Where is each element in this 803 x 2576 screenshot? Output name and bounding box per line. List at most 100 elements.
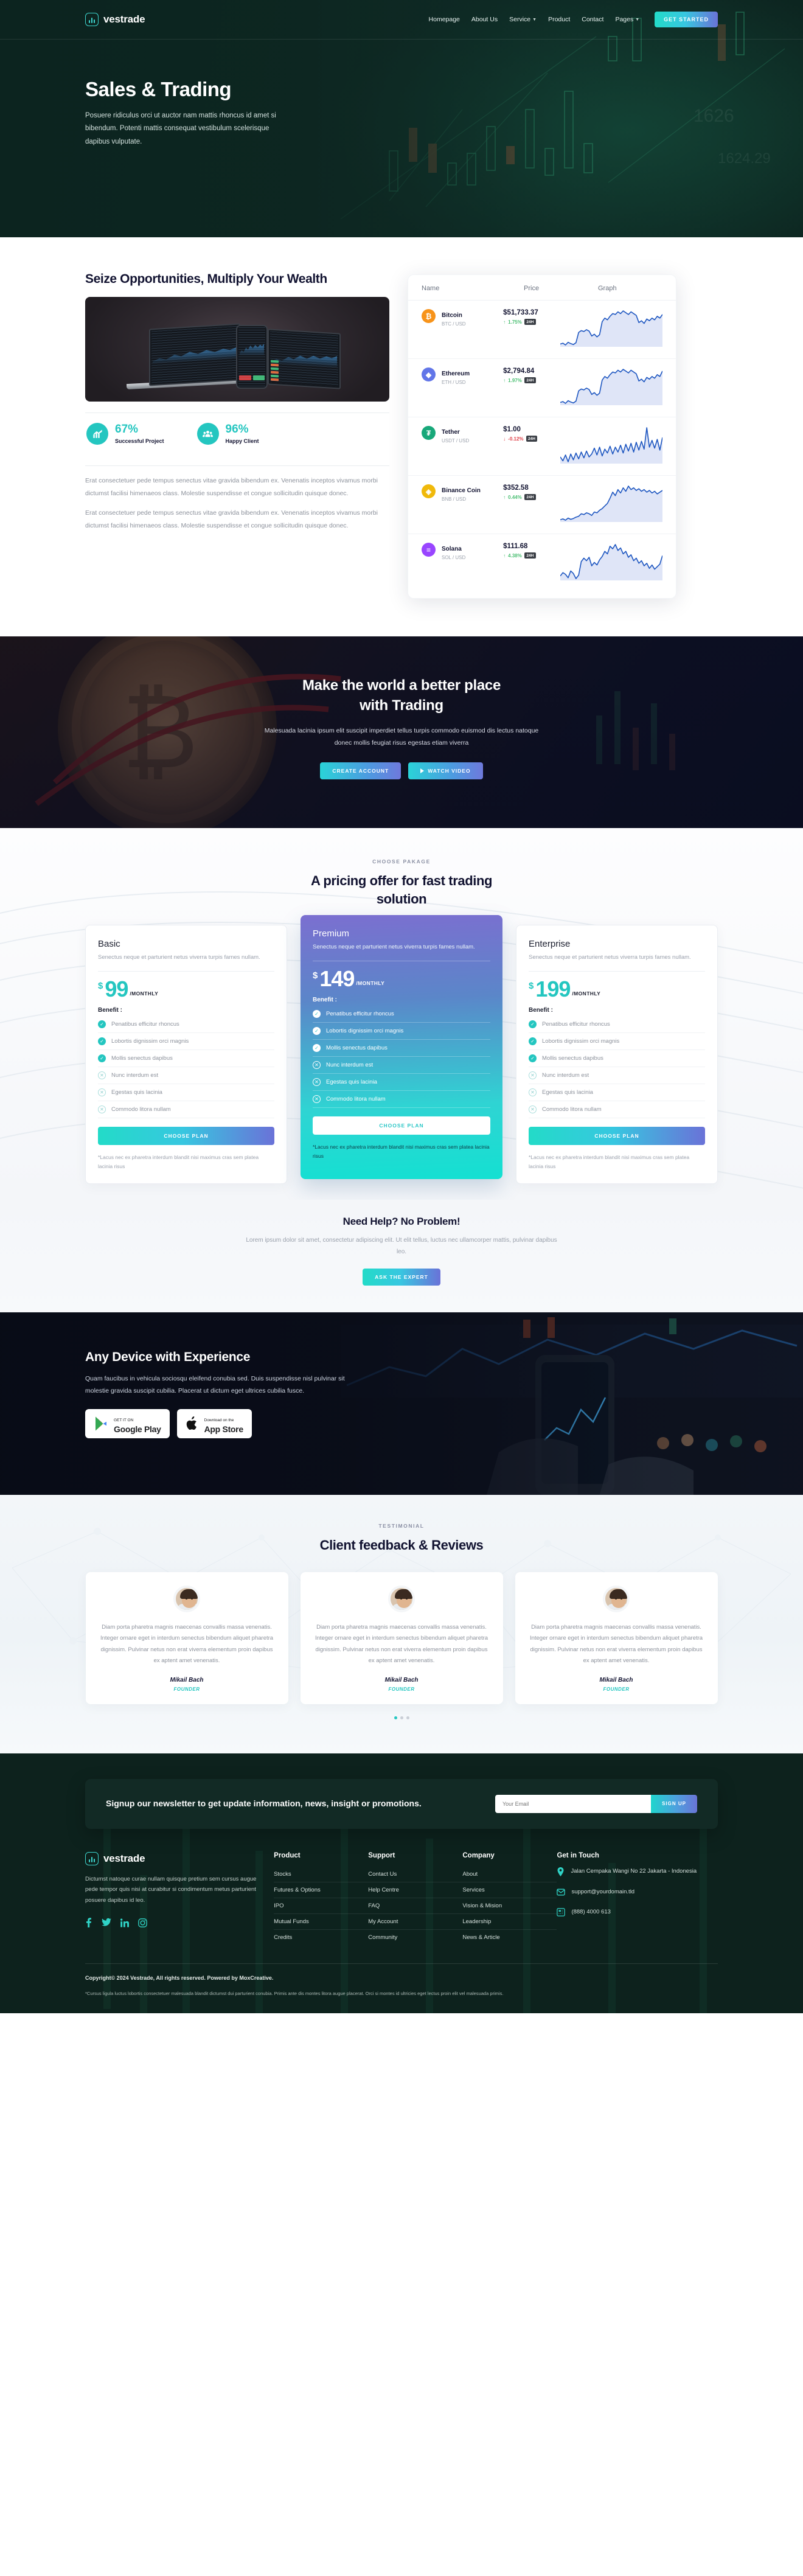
fax-row[interactable]: (888) 4000 613: [557, 1907, 718, 1920]
footer-link[interactable]: Stocks: [274, 1867, 369, 1882]
email-row[interactable]: support@yourdomain.tld: [557, 1887, 718, 1899]
app-store-button[interactable]: Download on the App Store: [176, 1409, 252, 1439]
nav-item-contact[interactable]: Contact: [582, 16, 603, 23]
coin-graph: [557, 309, 663, 350]
carousel-dot-1[interactable]: [394, 1716, 397, 1719]
table-row[interactable]: ≡ Solana SOL / USD $111.68 ↑ 4.38% 24H: [408, 534, 676, 592]
carousel-dot-3[interactable]: [406, 1716, 409, 1719]
benefit-item: ✓ Mollis senectus dapibus: [98, 1050, 274, 1068]
benefit-label: Commodo litora nullam: [542, 1106, 602, 1113]
seize-title: Seize Opportunities, Multiply Your Wealt…: [85, 272, 327, 286]
fax-icon: [557, 1907, 566, 1920]
coin-icon: ≡: [422, 543, 436, 557]
table-row[interactable]: ₿ Bitcoin BTC / USD $51,733.37 ↑ 1.75% 2…: [408, 301, 676, 359]
linkedin-icon[interactable]: [120, 1918, 129, 1927]
table-row[interactable]: ◆ Ethereum ETH / USD $2,794.84 ↑ 1.97% 2…: [408, 359, 676, 417]
pricing-section: CHOOSE PAKAGE A pricing offer for fast t…: [0, 828, 803, 1200]
testimonial-role: FOUNDER: [388, 1686, 415, 1692]
nav-item-product[interactable]: Product: [548, 16, 570, 23]
footer-description: Dictumst natoque curae nullam quisque pr…: [85, 1875, 257, 1904]
watch-video-button[interactable]: WATCH VIDEO: [408, 762, 483, 780]
coin-change: ↑ 1.75% 24H: [503, 319, 557, 325]
tablet-screen: [268, 329, 341, 389]
cta-content: Make the world a better place with Tradi…: [85, 636, 718, 780]
seize-left-column: Seize Opportunities, Multiply Your Wealt…: [85, 271, 389, 532]
benefit-label: Penatibus efficitur rhoncus: [326, 1011, 394, 1018]
benefit-label: Penatibus efficitur rhoncus: [111, 1021, 179, 1028]
get-started-button[interactable]: GET STARTED: [655, 12, 718, 27]
coin-change: ↑ 1.97% 24H: [503, 377, 557, 383]
benefit-label: Nunc interdum est: [111, 1072, 159, 1079]
plan-description: Senectus neque et parturient netus viver…: [98, 953, 260, 961]
nav-item-service[interactable]: Service ▼: [509, 16, 537, 23]
google-play-button[interactable]: GET IT ON Google Play: [85, 1409, 170, 1439]
footer-link[interactable]: Credits: [274, 1930, 368, 1945]
pricing-heading: A pricing offer for fast trading solutio…: [85, 872, 718, 909]
footer-link[interactable]: Services: [462, 1882, 557, 1898]
footer-link[interactable]: Help Centre: [368, 1882, 463, 1898]
choose-plan-button[interactable]: CHOOSE PLAN: [529, 1127, 705, 1146]
footer-link[interactable]: Futures & Options: [274, 1882, 369, 1898]
email-input[interactable]: [495, 1794, 652, 1813]
footer-link[interactable]: About: [462, 1867, 557, 1882]
footer-link[interactable]: My Account: [368, 1914, 463, 1930]
fax-text: (888) 4000 613: [571, 1908, 611, 1915]
footer-link[interactable]: FAQ: [368, 1898, 463, 1914]
coin-price-cell: $51,733.37 ↑ 1.75% 24H: [503, 309, 557, 325]
footer-link[interactable]: News & Article: [462, 1930, 557, 1945]
people-group-icon: [196, 423, 219, 445]
footer-link[interactable]: Contact Us: [368, 1867, 463, 1882]
apple-icon: [186, 1416, 196, 1430]
google-play-icon: [96, 1416, 106, 1431]
price-sparkline: [560, 486, 663, 522]
testimonial-cards: Diam porta pharetra magnis maecenas conv…: [85, 1572, 718, 1704]
footer-link[interactable]: Community: [368, 1930, 462, 1945]
plan-price: $ 99 /MONTHLY: [98, 978, 274, 1000]
footer-link[interactable]: Leadership: [462, 1914, 557, 1930]
coin-price: $111.68: [503, 543, 528, 550]
stat-label: Successful Project: [115, 438, 164, 445]
carousel-dot-2[interactable]: [400, 1716, 403, 1719]
plan-description: Senectus neque et parturient netus viver…: [313, 943, 475, 950]
nav-item-pages[interactable]: Pages ▼: [615, 16, 639, 23]
stats-row: 67% Successful Project 96% Happy Client: [85, 413, 389, 454]
benefit-label: Mollis senectus dapibus: [542, 1055, 603, 1062]
check-circle-icon: ✓: [529, 1037, 537, 1046]
cta-buttons: CREATE ACCOUNT WATCH VIDEO: [85, 762, 718, 780]
price-amount: 199: [535, 976, 571, 1001]
coin-name: Binance Coin: [442, 487, 481, 494]
coin-price: $1.00: [503, 426, 521, 433]
change-percent: 0.44%: [508, 494, 522, 500]
footer-link[interactable]: Vision & Mision: [462, 1898, 557, 1914]
cta-title-line1: Make the world a better place: [302, 677, 501, 694]
footer-link[interactable]: IPO: [274, 1898, 369, 1914]
coin-pair: ETH / USD: [442, 380, 466, 385]
logo[interactable]: vestrade: [85, 13, 145, 26]
any-device-section: Any Device with Experience Quam faucibus…: [0, 1312, 803, 1495]
copyright-text: Copyright© 2024 Vestrade, All rights res…: [85, 1974, 274, 1981]
nav-item-homepage[interactable]: Homepage: [429, 16, 460, 23]
coin-price: $51,733.37: [503, 309, 538, 316]
nav-item-about-us[interactable]: About Us: [471, 16, 498, 23]
footer-logo[interactable]: vestrade: [85, 1851, 274, 1865]
currency-symbol: $: [529, 981, 534, 992]
table-row[interactable]: ◈ Binance Coin BNB / USD $352.58 ↑ 0.44%…: [408, 476, 676, 534]
table-row[interactable]: ₮ Tether USDT / USD $1.00 ↓ -0.12% 24H: [408, 417, 676, 476]
facebook-icon[interactable]: [85, 1918, 92, 1928]
chevron-down-icon: ▼: [532, 17, 537, 22]
trading-devices-image: [85, 297, 389, 402]
coin-identity: ₮ Tether USDT / USD: [422, 426, 503, 444]
cross-circle-icon: ✕: [98, 1088, 106, 1097]
benefit-label: Mollis senectus dapibus: [326, 1045, 388, 1052]
twitter-icon[interactable]: [102, 1918, 111, 1927]
choose-plan-button[interactable]: CHOOSE PLAN: [313, 1116, 490, 1135]
instagram-icon[interactable]: [138, 1918, 147, 1927]
sign-up-button[interactable]: SIGN UP: [651, 1794, 697, 1813]
benefit-item: ✓ Lobortis dignissim orci magnis: [529, 1033, 705, 1051]
choose-plan-button[interactable]: CHOOSE PLAN: [98, 1127, 274, 1146]
create-account-button[interactable]: CREATE ACCOUNT: [320, 762, 401, 780]
price-period: /MONTHLY: [572, 990, 601, 997]
coin-graph: [557, 484, 663, 525]
ask-the-expert-button[interactable]: ASK THE EXPERT: [363, 1269, 440, 1286]
footer-link[interactable]: Mutual Funds: [274, 1914, 369, 1930]
